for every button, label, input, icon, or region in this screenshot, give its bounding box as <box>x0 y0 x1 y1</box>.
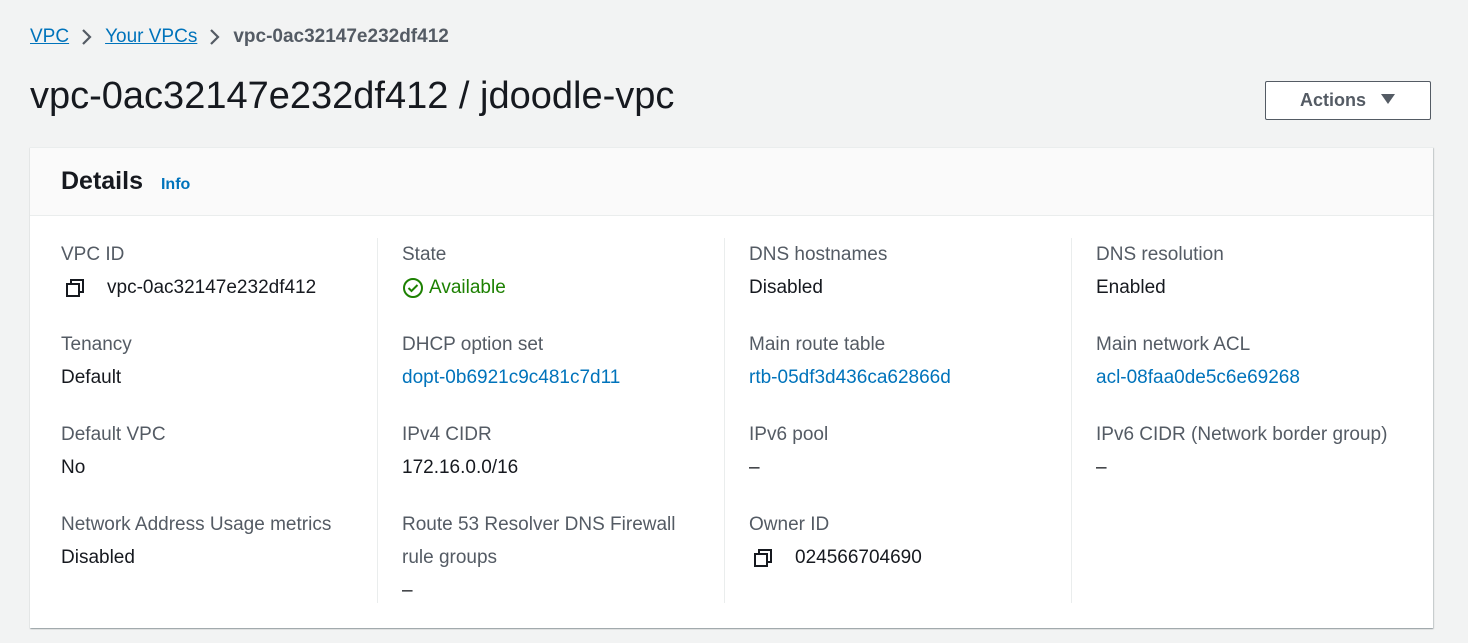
tenancy-value: Default <box>61 367 122 388</box>
breadcrumb-current: vpc-0ac32147e232df412 <box>233 26 449 47</box>
breadcrumb-vpc-link[interactable]: VPC <box>30 26 69 48</box>
details-column-4: DNS resolution Enabled Main network ACL … <box>1071 238 1418 603</box>
vpc-id-value: vpc-0ac32147e232df412 <box>107 277 317 298</box>
field-label: DNS resolution <box>1096 244 1224 265</box>
field-label: VPC ID <box>61 244 125 265</box>
chevron-right-icon <box>81 28 93 46</box>
network-address-usage-value: Disabled <box>61 547 135 568</box>
field-label: Default VPC <box>61 424 166 445</box>
field-label: Main route table <box>749 334 886 355</box>
caret-down-icon <box>1380 92 1396 109</box>
field-label: Owner ID <box>749 514 830 535</box>
ipv6-pool-value: – <box>749 457 760 478</box>
state-value: Available <box>429 277 506 298</box>
details-column-3: DNS hostnames Disabled Main route table … <box>724 238 1071 603</box>
dns-hostnames-value: Disabled <box>749 277 823 298</box>
field-owner-id: Owner ID 024566704690 <box>749 508 1055 598</box>
copy-icon[interactable] <box>65 278 85 298</box>
field-label: Route 53 Resolver DNS Firewall rule grou… <box>402 514 676 568</box>
owner-id-value-row: 024566704690 <box>749 541 1055 574</box>
ipv4-cidr-value: 172.16.0.0/16 <box>402 457 519 478</box>
field-value-row: vpc-0ac32147e232df412 <box>61 271 361 304</box>
details-panel: Details Info VPC ID vpc-0ac32147e232df41… <box>30 147 1433 628</box>
check-circle-icon <box>402 277 424 299</box>
dns-resolution-value: Enabled <box>1096 277 1166 298</box>
main-route-table-link[interactable]: rtb-05df3d436ca62866d <box>749 361 1055 394</box>
field-default-vpc: Default VPC No <box>61 418 361 508</box>
default-vpc-value: No <box>61 457 86 478</box>
breadcrumb-your-vpcs-link[interactable]: Your VPCs <box>105 26 197 48</box>
field-label: DNS hostnames <box>749 244 888 265</box>
ipv6-cidr-value: – <box>1096 457 1107 478</box>
dhcp-option-set-link[interactable]: dopt-0b6921c9c481c7d11 <box>402 361 708 394</box>
field-dns-hostnames: DNS hostnames Disabled <box>749 238 1055 328</box>
field-route53-firewall: Route 53 Resolver DNS Firewall rule grou… <box>402 508 708 601</box>
details-header: Details Info <box>30 148 1433 216</box>
field-label: Main network ACL <box>1096 334 1251 355</box>
field-network-address-usage: Network Address Usage metrics Disabled <box>61 508 361 598</box>
field-main-route-table: Main route table rtb-05df3d436ca62866d <box>749 328 1055 418</box>
state-value-row: Available <box>402 271 708 304</box>
info-link[interactable]: Info <box>161 176 190 194</box>
chevron-right-icon <box>209 28 221 46</box>
copy-icon[interactable] <box>753 548 773 568</box>
field-ipv4-cidr: IPv4 CIDR 172.16.0.0/16 <box>402 418 708 508</box>
field-label: Network Address Usage metrics <box>61 514 332 535</box>
details-grid: VPC ID vpc-0ac32147e232df412 Tenancy Def… <box>30 216 1433 603</box>
page-title: vpc-0ac32147e232df412 / jdoodle-vpc <box>30 75 675 117</box>
field-main-network-acl: Main network ACL acl-08faa0de5c6e69268 <box>1096 328 1402 418</box>
actions-button-label: Actions <box>1299 90 1366 110</box>
field-vpc-id: VPC ID vpc-0ac32147e232df412 <box>61 238 361 328</box>
field-dhcp-option-set: DHCP option set dopt-0b6921c9c481c7d11 <box>402 328 708 418</box>
field-state: State Available <box>402 238 708 328</box>
field-dns-resolution: DNS resolution Enabled <box>1096 238 1402 328</box>
owner-id-value: 024566704690 <box>795 547 922 568</box>
field-label: IPv4 CIDR <box>402 424 492 445</box>
actions-button[interactable]: Actions <box>1265 81 1431 120</box>
main-network-acl-link[interactable]: acl-08faa0de5c6e69268 <box>1096 361 1402 394</box>
breadcrumb: VPC Your VPCs vpc-0ac32147e232df412 <box>30 26 449 48</box>
field-label: State <box>402 244 447 265</box>
field-ipv6-pool: IPv6 pool – <box>749 418 1055 508</box>
field-label: IPv6 pool <box>749 424 829 445</box>
field-label: IPv6 CIDR (Network border group) <box>1096 424 1388 445</box>
field-tenancy: Tenancy Default <box>61 328 361 418</box>
details-column-1: VPC ID vpc-0ac32147e232df412 Tenancy Def… <box>30 238 377 603</box>
field-ipv6-cidr: IPv6 CIDR (Network border group) – <box>1096 418 1402 508</box>
details-title: Details <box>61 167 143 195</box>
field-label: DHCP option set <box>402 334 544 355</box>
field-label: Tenancy <box>61 334 132 355</box>
details-column-2: State Available DHCP option set dopt-0b6… <box>377 238 724 603</box>
route53-firewall-value: – <box>402 580 413 601</box>
